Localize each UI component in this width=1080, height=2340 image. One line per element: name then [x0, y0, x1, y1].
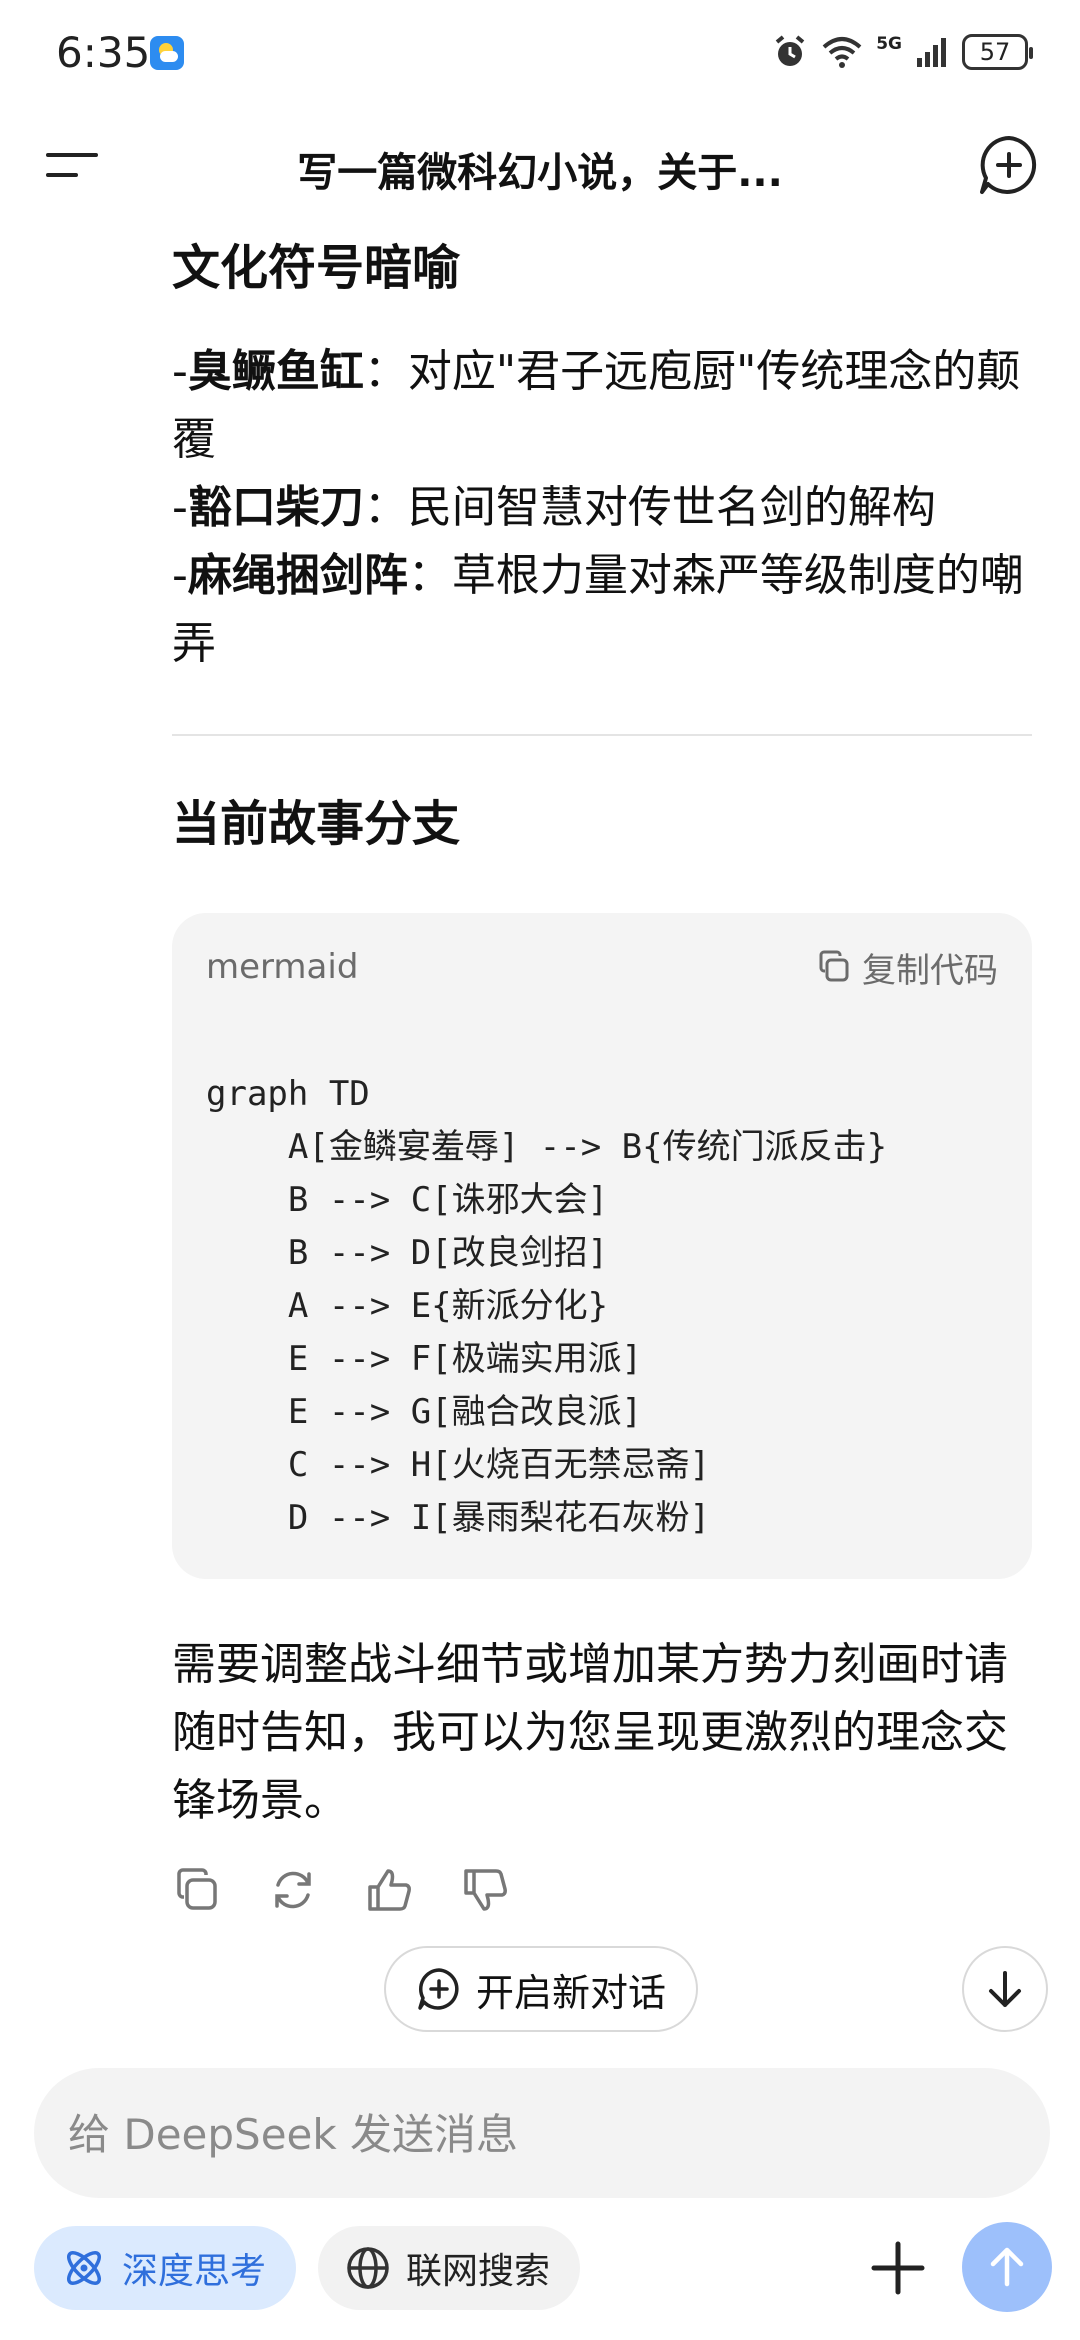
globe-icon	[347, 2247, 389, 2289]
copy-code-label: 复制代码	[862, 950, 998, 991]
thumbs-up-icon	[368, 1869, 411, 1911]
section-title-branches: 当前故事分支	[172, 795, 461, 852]
deep-think-label: 深度思考	[122, 2251, 267, 2292]
web-search-toggle[interactable]: 联网搜索	[318, 2226, 580, 2310]
network-type-label: 5G	[876, 33, 902, 54]
message-input[interactable]	[66, 2068, 1010, 2200]
code-line: A --> E{新派分化}	[206, 1286, 609, 1327]
refresh-icon	[275, 1871, 311, 1909]
attach-plus-icon[interactable]	[866, 2236, 930, 2300]
signal-icon	[917, 38, 946, 67]
weather-icon	[150, 36, 184, 70]
code-line: B --> D[改良剑招]	[206, 1233, 609, 1274]
code-line: graph TD	[206, 1074, 370, 1115]
copy-icon	[819, 950, 849, 982]
code-block: mermaid 复制代码 graph TD A[金鳞宴羞辱] --> B{传统门…	[172, 913, 1032, 1580]
section-title-symbols: 文化符号暗喻	[172, 240, 461, 296]
alarm-icon	[775, 35, 805, 66]
wifi-icon	[822, 37, 862, 68]
arrow-up-icon	[990, 2247, 1024, 2287]
code-line: D --> I[暴雨梨花石灰粉]	[206, 1498, 711, 1539]
symbol-item: -麻绳捆剑阵：草根力量对森严等级制度的嘲弄	[172, 549, 1024, 669]
scroll-to-bottom-button[interactable]	[962, 1946, 1048, 2032]
dislike-button[interactable]	[460, 1865, 510, 1915]
like-button[interactable]	[364, 1865, 414, 1915]
closing-text: 需要调整战斗细节或增加某方势力刻画时请随时告知，我可以为您呈现更激烈的理念交锋场…	[172, 1639, 1008, 1827]
code-line: E --> G[融合改良派]	[206, 1392, 643, 1433]
thumbs-down-icon	[464, 1869, 507, 1911]
start-new-chat-button[interactable]: 开启新对话	[384, 1946, 698, 2032]
atom-icon	[67, 2251, 101, 2285]
copy-icon	[177, 1868, 217, 1910]
copy-message-button[interactable]	[172, 1865, 222, 1915]
symbol-list: -臭鳜鱼缸：对应"君子远庖厨"传统理念的颠覆 -豁口柴刀：民间智慧对传世名剑的解…	[172, 338, 1032, 678]
copy-code-button[interactable]: 复制代码	[816, 943, 998, 992]
status-icons: 5G 57	[772, 30, 1033, 74]
message-input-container	[34, 2068, 1050, 2200]
code-line: E --> F[极端实用派]	[206, 1339, 643, 1380]
start-new-chat-label: 开启新对话	[475, 1970, 666, 2015]
deep-think-toggle[interactable]: 深度思考	[34, 2226, 296, 2310]
conversation-title[interactable]: 写一篇微科幻小说，关于...	[140, 140, 940, 198]
status-time: 6:35	[56, 28, 151, 77]
code-header: mermaid 复制代码	[206, 943, 998, 991]
code-line: A[金鳞宴羞辱] --> B{传统门派反击}	[206, 1127, 888, 1168]
code-line: B --> C[诛邪大会]	[206, 1180, 609, 1221]
message-actions	[172, 1865, 1032, 1915]
arrow-down-icon	[989, 1971, 1021, 2007]
status-bar: 6:35 5G 57	[0, 0, 1080, 110]
web-search-label: 联网搜索	[406, 2251, 551, 2292]
code-line: C --> H[火烧百无禁忌斋]	[206, 1445, 711, 1486]
assistant-message: 文化符号暗喻 -臭鳜鱼缸：对应"君子远庖厨"传统理念的颠覆 -豁口柴刀：民间智慧…	[172, 240, 1032, 1915]
new-chat-icon[interactable]	[976, 132, 1042, 198]
symbol-item: -豁口柴刀：民间智慧对传世名剑的解构	[172, 481, 936, 533]
divider	[172, 733, 1032, 736]
code-content: graph TD A[金鳞宴羞辱] --> B{传统门派反击} B --> C[…	[206, 1015, 998, 1545]
battery-level: 57	[979, 38, 1011, 66]
chat-header: 写一篇微科幻小说，关于...	[0, 110, 1080, 220]
menu-icon[interactable]	[40, 140, 104, 190]
new-chat-icon	[418, 1968, 459, 2010]
send-button[interactable]	[962, 2222, 1052, 2312]
symbol-item: -臭鳜鱼缸：对应"君子远庖厨"传统理念的颠覆	[172, 345, 1021, 465]
regenerate-button[interactable]	[268, 1865, 318, 1915]
battery-icon: 57	[962, 34, 1033, 70]
code-language-label: mermaid	[206, 947, 359, 988]
